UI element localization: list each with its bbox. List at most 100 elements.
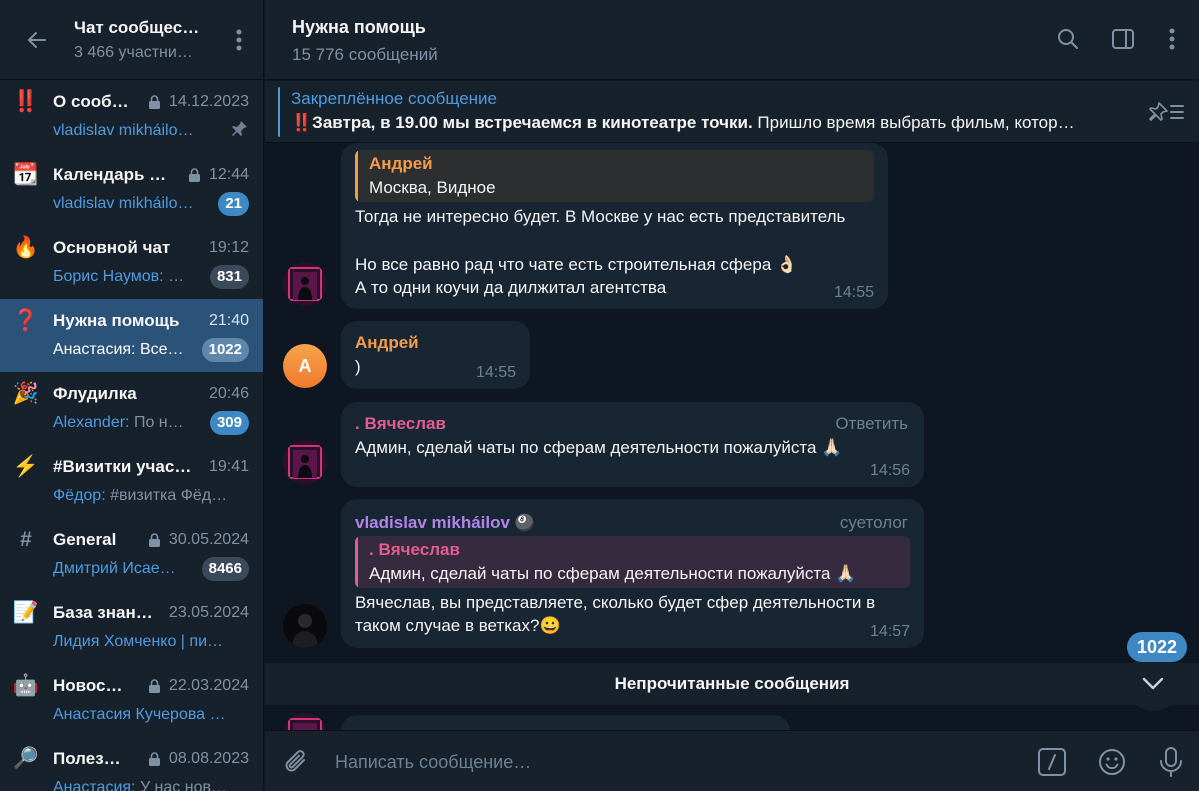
topic-item-flood[interactable]: 🎉 Флудилка 20:46 Alexander: По н… 309 <box>0 372 263 445</box>
message-time: 14:55 <box>475 364 516 381</box>
more-vertical-icon <box>236 29 242 50</box>
reply-quote[interactable]: Андрей Москва, Видное <box>355 150 874 202</box>
message-list[interactable]: Андрей Москва, Видное Тогда не интересно… <box>265 143 1199 730</box>
group-title-block[interactable]: Чат сообщес… 3 466 участни… <box>74 18 229 62</box>
message-text: таком случае в ветках?😀 <box>355 616 561 635</box>
topic-item-news[interactable]: 🤖 Новос… 22.03.2024 Анастасия Кучерова … <box>0 664 263 737</box>
avatar[interactable] <box>283 604 327 648</box>
message-bubble[interactable] <box>341 715 790 730</box>
toggle-sidebar-button[interactable] <box>1108 24 1138 54</box>
topic-item-useful[interactable]: 🔎 Полез… 08.08.2023 Анастасия: У нас нов… <box>0 737 263 791</box>
message-bubble[interactable]: Андрей ) 14:55 <box>341 321 530 389</box>
message-bubble[interactable]: Андрей Москва, Видное Тогда не интересно… <box>341 143 888 309</box>
topic-name: Календарь … <box>53 165 167 184</box>
avatar[interactable] <box>283 262 327 306</box>
topic-item-calendar[interactable]: 📆 Календарь … 12:44 vladislav mikháilo… … <box>0 153 263 226</box>
reply-bar <box>355 150 358 202</box>
topic-time: 19:41 <box>208 458 249 475</box>
topics-sidebar: Чат сообщес… 3 466 участни… ‼️ О сооб… 1… <box>0 0 264 791</box>
unread-label: Непрочитанные сообщения <box>614 674 850 693</box>
topic-time: 12:44 <box>208 166 249 183</box>
search-icon <box>1058 29 1078 49</box>
topic-name: Флудилка <box>53 384 137 403</box>
reply-button[interactable]: Ответить <box>835 414 908 434</box>
chat-title[interactable]: Нужна помощь <box>292 17 426 38</box>
unread-count-badge: 1022 <box>1127 632 1188 662</box>
topic-item-business-cards[interactable]: ⚡ #Визитки учас… 19:41 Фёдор: #визитка Ф… <box>0 445 263 518</box>
avatar[interactable] <box>283 713 327 730</box>
message-bubble[interactable]: . Вячеслав Ответить Админ, сделай чаты п… <box>341 402 924 487</box>
sidebar-menu-button[interactable] <box>229 23 249 57</box>
topic-preview: Анастасия Кучерова … <box>53 706 226 723</box>
message-author[interactable]: Андрей <box>355 333 419 353</box>
group-member-count: 3 466 участни… <box>74 43 193 61</box>
topic-item-knowledge-base[interactable]: 📝 База знан… 23.05.2024 Лидия Хомченко |… <box>0 591 263 664</box>
user-photo-icon <box>283 604 327 648</box>
back-button[interactable] <box>20 23 54 57</box>
avatar[interactable]: А <box>283 344 327 388</box>
topic-time: 20:46 <box>208 385 249 402</box>
message-text: Но все равно рад что чате есть строитель… <box>355 255 798 274</box>
sidebar-header: Чат сообщес… 3 466 участни… <box>0 0 263 80</box>
preview-text: По н… <box>129 414 184 431</box>
chat-header: Нужна помощь 15 776 сообщений <box>265 0 1199 80</box>
topic-time: 23.05.2024 <box>168 604 249 621</box>
bot-commands-button[interactable] <box>1035 745 1069 779</box>
lock-icon <box>148 94 161 110</box>
unread-badge: 21 <box>218 192 249 216</box>
message-time: 14:56 <box>869 462 910 479</box>
pinned-label: Закреплённое сообщение <box>291 89 497 108</box>
preview-author: Анастасия: <box>53 341 136 358</box>
topic-item-main-chat[interactable]: 🔥 Основной чат 19:12 Борис Наумов: … 831 <box>0 226 263 299</box>
topic-preview: Анастасия: У нас нов… <box>53 779 249 791</box>
pinned-message-bar[interactable]: Закреплённое сообщение ‼️Завтра, в 19.00… <box>265 81 1199 143</box>
chevron-down-icon <box>1142 677 1164 690</box>
more-vertical-icon <box>1169 28 1175 50</box>
lightning-icon: ⚡ <box>12 455 40 478</box>
slash-command-icon <box>1038 748 1066 776</box>
message-author[interactable]: vladislav mikháilov 🎱 <box>355 513 535 533</box>
unread-badge: 8466 <box>201 557 249 581</box>
search-button[interactable] <box>1053 24 1083 54</box>
topic-preview: Анастасия: Все… <box>53 341 196 359</box>
message-text: Админ, сделай чаты по сферам деятельност… <box>355 438 843 457</box>
topic-time: 14.12.2023 <box>168 93 249 110</box>
user-photo-icon <box>283 440 327 484</box>
memo-icon: 📝 <box>12 601 40 624</box>
message-bubble[interactable]: vladislav mikháilov 🎱 суетолог . Вячесла… <box>341 499 924 648</box>
attach-button[interactable] <box>279 745 313 779</box>
topic-name: Полез… <box>53 749 121 768</box>
author-name: vladislav mikháilov <box>355 513 510 532</box>
reply-quote[interactable]: . Вячеслав Админ, сделай чаты по сферам … <box>355 536 910 588</box>
pinned-text-bold: ‼️Завтра, в 19.00 мы встречаемся в кинот… <box>291 113 753 132</box>
calendar-icon: 📆 <box>12 163 40 186</box>
message-text: ) <box>355 357 361 376</box>
pinned-list-button[interactable] <box>1149 99 1185 125</box>
fire-icon: 🔥 <box>12 236 40 259</box>
arrow-left-icon <box>28 31 46 48</box>
topic-preview: vladislav mikháilo… <box>53 122 194 139</box>
paperclip-icon <box>285 750 305 772</box>
topic-name: #Визитки учас… <box>53 457 192 476</box>
topic-preview: Борис Наумов: … <box>53 268 204 286</box>
pinned-text: ‼️Завтра, в 19.00 мы встречаемся в кинот… <box>291 113 1141 133</box>
double-exclamation-icon: ‼️ <box>12 90 40 113</box>
avatar[interactable] <box>283 440 327 484</box>
emoji-button[interactable] <box>1095 745 1129 779</box>
question-icon: ❓ <box>12 309 40 332</box>
topic-name: О сооб… <box>53 92 129 111</box>
topic-item-general[interactable]: # General 30.05.2024 Дмитрий Исае… 8466 <box>0 518 263 591</box>
message-author[interactable]: . Вячеслав <box>355 414 446 434</box>
message-input[interactable] <box>335 745 1015 779</box>
chat-menu-button[interactable] <box>1157 24 1187 54</box>
reply-author: Андрей <box>369 154 433 173</box>
scroll-to-bottom-button[interactable] <box>1125 655 1181 711</box>
voice-message-button[interactable] <box>1154 745 1188 779</box>
pin-icon <box>229 119 249 144</box>
topic-item-help[interactable]: ❓ Нужна помощь 21:40 Анастасия: Все… 102… <box>0 299 263 372</box>
magnifier-icon: 🔎 <box>12 747 40 770</box>
preview-author: Фёдор: <box>53 487 106 504</box>
topic-time: 19:12 <box>208 239 249 256</box>
topic-item-about[interactable]: ‼️ О сооб… 14.12.2023 vladislav mikháilo… <box>0 80 263 153</box>
topic-preview: vladislav mikháilo… <box>53 195 194 212</box>
